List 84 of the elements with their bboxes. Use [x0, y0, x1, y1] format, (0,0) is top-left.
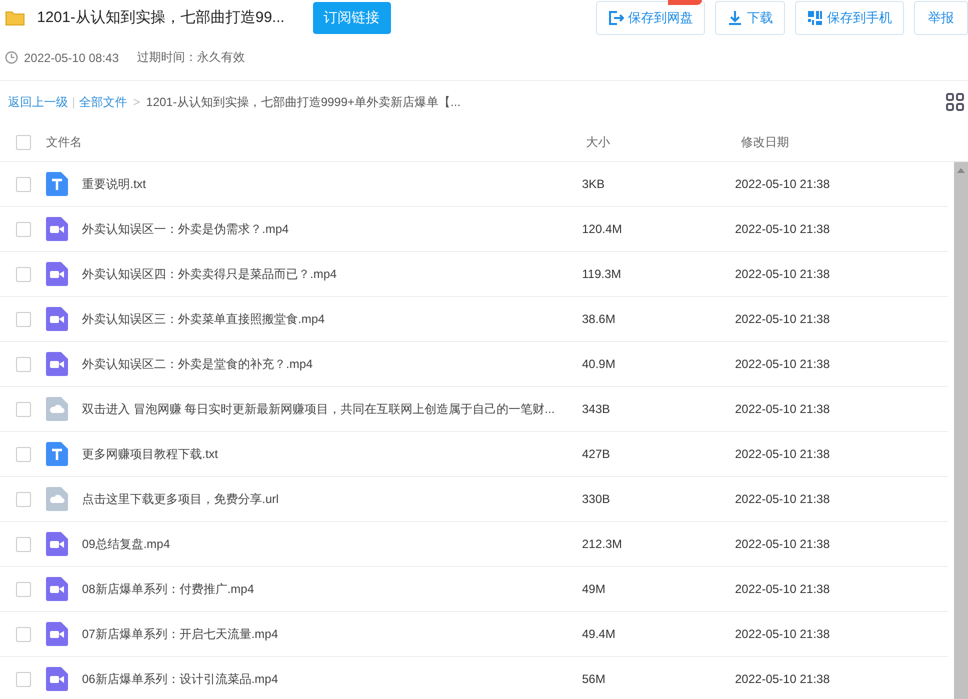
clock-icon: [5, 51, 18, 64]
row-checkbox[interactable]: [16, 176, 31, 192]
video-file-icon: [46, 622, 68, 646]
modified-date: 2022-05-10 21:38: [735, 582, 830, 596]
file-size: 49.4M: [582, 627, 616, 641]
save-to-disk-button[interactable]: 保存到网盘: [596, 0, 705, 34]
file-size: 56M: [582, 672, 606, 686]
file-name[interactable]: 09总结复盘.mp4: [82, 536, 582, 552]
grid-view-icon[interactable]: [946, 93, 964, 111]
breadcrumb-arrow: >: [133, 95, 140, 109]
modified-date: 2022-05-10 21:38: [735, 627, 830, 641]
text-file-icon: [46, 442, 68, 466]
file-name[interactable]: 08新店爆单系列：付费推广.mp4: [82, 580, 582, 598]
video-file-icon: [46, 307, 68, 331]
file-name[interactable]: 双击进入 冒泡网赚 每日实时更新最新网赚项目，共同在互联网上创造属于自己的一笔财...: [82, 400, 582, 418]
file-size: 120.4M: [582, 222, 624, 236]
cloud-file-icon: [46, 397, 68, 421]
video-file-icon: [46, 217, 68, 241]
row-checkbox[interactable]: [16, 446, 31, 462]
file-name[interactable]: 重要说明.txt: [82, 176, 582, 192]
file-size: 119.3M: [582, 267, 622, 281]
video-file-icon: [46, 532, 68, 556]
folder-icon: [5, 10, 25, 26]
row-checkbox[interactable]: [16, 356, 31, 372]
video-file-icon: [46, 667, 68, 691]
column-header: 修改日期: [741, 134, 789, 150]
select-all-checkbox[interactable]: [16, 134, 31, 150]
file-size: 3KB: [582, 177, 606, 191]
row-checkbox[interactable]: [16, 222, 31, 236]
row-checkbox[interactable]: [16, 626, 31, 642]
file-name[interactable]: 07新店爆单系列：开启七天流量.mp4: [82, 626, 582, 642]
modified-date: 2022-05-10 21:38: [735, 447, 830, 461]
modified-date: 2022-05-10 21:38: [735, 222, 830, 236]
row-checkbox[interactable]: [16, 492, 31, 506]
modified-date: 2022-05-10 21:38: [735, 402, 830, 416]
column-header: 文件名: [46, 134, 83, 150]
file-name[interactable]: 外卖认知误区三：外卖菜单直接照搬堂食.mp4: [82, 310, 582, 328]
scroll-up-arrow-icon[interactable]: [957, 168, 965, 173]
row-checkbox[interactable]: [16, 582, 31, 596]
cloud-file-icon: [46, 487, 68, 511]
scrollbar[interactable]: [954, 162, 968, 699]
back-link[interactable]: 返回上一级: [8, 94, 68, 110]
file-name[interactable]: 外卖认知误区一：外卖是伪需求？.mp4: [82, 220, 582, 238]
file-name[interactable]: 点击这里下载更多项目，免费分享.url: [82, 490, 582, 508]
file-size: 330B: [582, 492, 612, 506]
row-checkbox[interactable]: [16, 672, 31, 686]
row-checkbox[interactable]: [16, 402, 31, 416]
video-file-icon: [46, 352, 68, 376]
download-icon: [727, 10, 743, 26]
save-to-phone-button[interactable]: 保存到手机: [795, 0, 904, 34]
text-file-icon: [46, 172, 68, 196]
export-icon: [608, 10, 624, 26]
breadcrumb-separator: |: [72, 95, 76, 109]
row-checkbox[interactable]: [16, 312, 31, 326]
modified-date: 2022-05-10 21:38: [735, 267, 830, 281]
video-file-icon: [46, 262, 68, 286]
share-title: 1201-从认知到实操，七部曲打造99...: [37, 8, 285, 27]
modified-date: 2022-05-10 21:38: [735, 537, 830, 551]
file-size: 427B: [582, 447, 612, 461]
expiry-text: 过期时间：永久有效: [136, 49, 245, 66]
download-button[interactable]: 下载: [715, 0, 785, 34]
file-size: 343B: [582, 402, 612, 416]
modified-date: 2022-05-10 21:38: [735, 312, 830, 326]
share-date: 2022-05-10 08:43: [24, 50, 119, 64]
file-name[interactable]: 更多网赚项目教程下载.txt: [82, 446, 582, 462]
video-file-icon: [46, 577, 68, 601]
modified-date: 2022-05-10 21:38: [735, 492, 830, 506]
report-button[interactable]: 举报: [914, 0, 968, 34]
file-name[interactable]: 06新店爆单系列：设计引流菜品.mp4: [82, 670, 582, 688]
file-name[interactable]: 外卖认知误区二：外卖是堂食的补充？.mp4: [82, 356, 582, 372]
all-files-link[interactable]: 全部文件: [79, 94, 128, 110]
modified-date: 2022-05-10 21:38: [735, 672, 830, 686]
file-size: 40.9M: [582, 357, 616, 371]
file-name[interactable]: 外卖认知误区四：外卖卖得只是菜品而已？.mp4: [82, 266, 582, 282]
row-checkbox[interactable]: [16, 536, 31, 552]
modified-date: 2022-05-10 21:38: [735, 177, 830, 191]
qr-code-icon: [807, 10, 823, 26]
modified-date: 2022-05-10 21:38: [735, 357, 830, 371]
current-folder: 1201-从认知到实操，七部曲打造9999+单外卖新店爆单【...: [146, 94, 461, 110]
file-size: 38.6M: [582, 312, 616, 326]
file-size: 212.3M: [582, 537, 624, 551]
row-checkbox[interactable]: [16, 266, 31, 282]
file-size: 49M: [582, 582, 606, 596]
column-header: 大小: [586, 134, 611, 150]
